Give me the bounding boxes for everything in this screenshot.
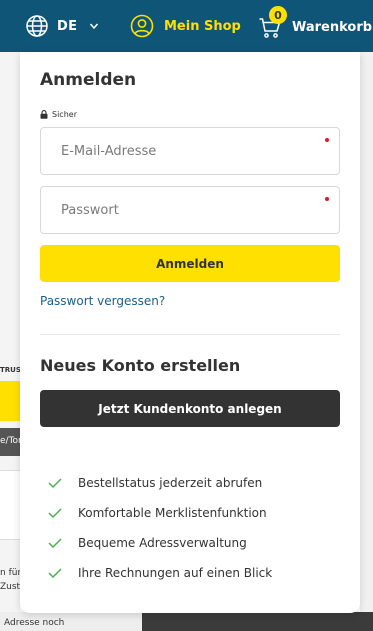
- email-input[interactable]: [41, 128, 339, 174]
- background-dark-bar: e/Ton: [0, 428, 20, 456]
- cart-label: Warenkorb: [292, 19, 373, 35]
- globe-icon: [26, 15, 48, 37]
- background-yellow-element: [0, 381, 20, 421]
- my-shop-link[interactable]: Mein Shop: [130, 14, 241, 38]
- email-field[interactable]: [40, 127, 340, 175]
- background-page-right: [360, 52, 373, 612]
- secure-label: Sicher: [52, 110, 77, 119]
- password-field[interactable]: [40, 186, 340, 234]
- cart-count-badge: 0: [269, 6, 287, 24]
- required-indicator: [325, 197, 329, 201]
- check-icon: [48, 538, 62, 548]
- list-item: Bestellstatus jederzeit abrufen: [48, 468, 272, 498]
- secure-indicator: Sicher: [40, 110, 77, 119]
- forgot-password-link[interactable]: Passwort vergessen?: [40, 294, 165, 308]
- benefits-list: Bestellstatus jederzeit abrufen Komforta…: [48, 468, 272, 588]
- required-indicator: [325, 138, 329, 142]
- check-icon: [48, 478, 62, 488]
- check-icon: [48, 508, 62, 518]
- background-bottom-text: Adresse noch: [4, 618, 65, 628]
- user-icon: [130, 14, 154, 38]
- benefit-text: Ihre Rechnungen auf einen Blick: [78, 566, 273, 580]
- background-page-left: [0, 52, 20, 631]
- cart-link[interactable]: 0 Warenkorb: [258, 6, 373, 40]
- background-trust-text: TRUST: [0, 366, 20, 374]
- background-white-strip: [0, 470, 20, 540]
- create-account-button[interactable]: Jetzt Kundenkonto anlegen: [40, 390, 340, 427]
- top-navigation-bar: DE Mein Shop 0 Warenkorb: [0, 0, 373, 52]
- password-input[interactable]: [41, 187, 339, 233]
- benefit-text: Bestellstatus jederzeit abrufen: [78, 476, 263, 490]
- check-icon: [48, 568, 62, 578]
- register-title: Neues Konto erstellen: [40, 356, 241, 375]
- section-divider: [40, 334, 340, 335]
- list-item: Ihre Rechnungen auf einen Blick: [48, 558, 272, 588]
- language-selector[interactable]: DE: [25, 14, 99, 38]
- chevron-down-icon: [90, 23, 99, 30]
- list-item: Komfortable Merklistenfunktion: [48, 498, 272, 528]
- list-item: Bequeme Adressverwaltung: [48, 528, 272, 558]
- benefit-text: Komfortable Merklistenfunktion: [78, 506, 267, 520]
- background-bottom-dark-area: [142, 612, 373, 631]
- benefit-text: Bequeme Adressverwaltung: [78, 536, 247, 550]
- background-side-text-line-2: Zuste: [0, 582, 20, 592]
- background-side-text-line-1: n für V: [0, 568, 20, 578]
- login-button[interactable]: Anmelden: [40, 245, 340, 282]
- language-code: DE: [57, 18, 78, 34]
- lock-icon: [40, 110, 48, 119]
- background-side-text: n für V Zuste: [0, 566, 20, 594]
- login-flyout-panel: Anmelden Sicher Anmelden Passwort verges…: [20, 52, 360, 613]
- login-title: Anmelden: [40, 70, 137, 90]
- my-shop-label: Mein Shop: [164, 18, 241, 34]
